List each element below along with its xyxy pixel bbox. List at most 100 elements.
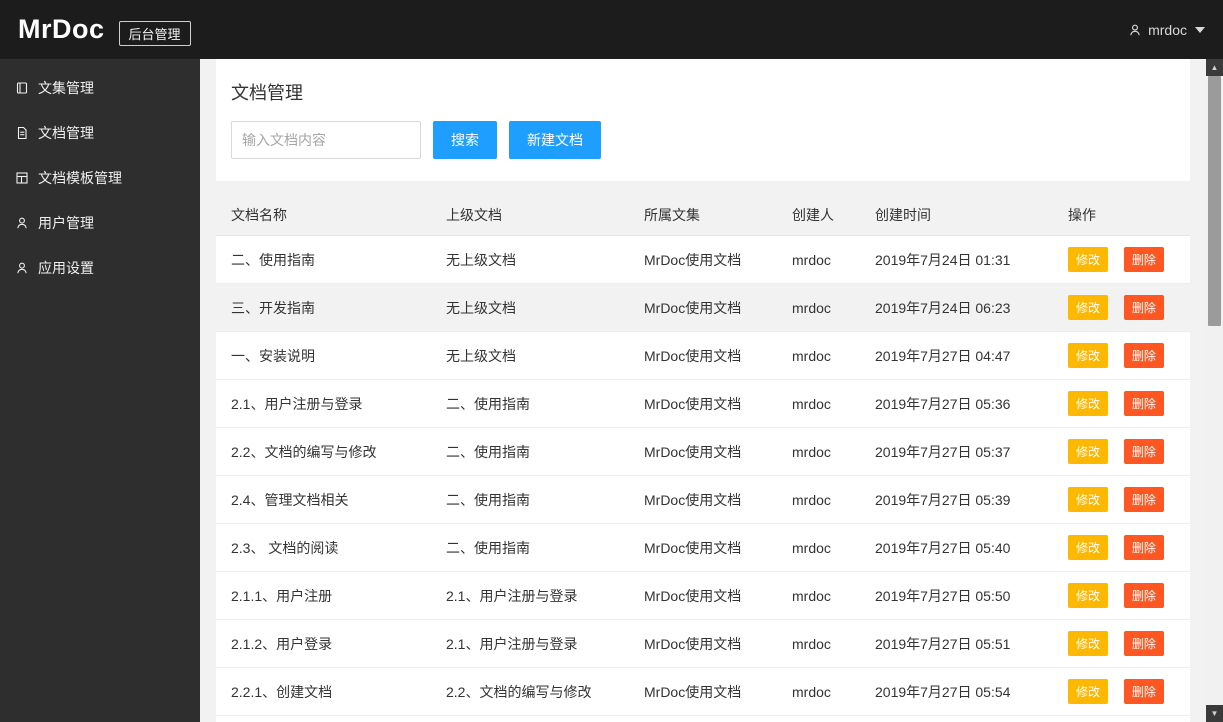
- actions-cell: 修改 删除: [1053, 235, 1190, 284]
- delete-button[interactable]: 删除: [1123, 247, 1164, 272]
- delete-button[interactable]: 删除: [1123, 295, 1164, 320]
- collection-cell: MrDoc使用文档: [629, 619, 777, 668]
- delete-button[interactable]: 删除: [1123, 631, 1164, 656]
- book-icon: [16, 81, 28, 94]
- admin-badge: 后台管理: [118, 21, 191, 46]
- creator-cell: mrdoc: [777, 331, 860, 380]
- scrollbar[interactable]: ▲ ▼: [1206, 59, 1223, 722]
- parent-doc-cell: 2.1、用户注册与登录: [431, 571, 629, 620]
- actions-cell: 修改 删除: [1053, 331, 1190, 380]
- created-time-cell: 2019年7月24日 06:23: [860, 283, 1053, 332]
- sidebar-item-users[interactable]: 用户管理: [0, 200, 200, 245]
- delete-button[interactable]: 删除: [1123, 487, 1164, 512]
- app-logo[interactable]: MrDoc: [18, 14, 105, 45]
- edit-button[interactable]: 修改: [1068, 583, 1109, 608]
- header-panel: 文档管理 搜索 新建文档: [216, 59, 1190, 181]
- doc-name-cell: 2.1.1、用户注册: [216, 571, 431, 620]
- collection-cell: MrDoc使用文档: [629, 667, 777, 716]
- doc-name-cell: 2.1.2、用户登录: [216, 619, 431, 668]
- col-header-collection: 所属文集: [629, 195, 777, 236]
- new-doc-button[interactable]: 新建文档: [509, 121, 601, 159]
- scroll-up-arrow[interactable]: ▲: [1206, 59, 1223, 76]
- table-header: 文档名称 上级文档 所属文集 创建人 创建时间 操作: [216, 195, 1190, 236]
- edit-button[interactable]: 修改: [1068, 535, 1109, 560]
- creator-cell: mrdoc: [777, 379, 860, 428]
- doc-name-cell: 一、安装说明: [216, 331, 431, 380]
- delete-button[interactable]: 删除: [1123, 391, 1164, 416]
- sidebar-item-collections[interactable]: 文集管理: [0, 65, 200, 110]
- page-title: 文档管理: [231, 83, 303, 103]
- actions-cell: 修改 删除: [1053, 619, 1190, 668]
- col-header-actions: 操作: [1053, 195, 1190, 236]
- delete-button[interactable]: 删除: [1123, 679, 1164, 704]
- document-icon: [17, 126, 27, 139]
- user-icon: [17, 217, 27, 228]
- edit-button[interactable]: 修改: [1068, 631, 1109, 656]
- actions-cell: 修改 删除: [1053, 571, 1190, 620]
- creator-cell: mrdoc: [777, 475, 860, 524]
- sidebar-item-label: 用户管理: [38, 214, 94, 231]
- delete-button[interactable]: 删除: [1123, 439, 1164, 464]
- actions-cell: 修改 删除: [1053, 523, 1190, 572]
- documents-table: 文档名称 上级文档 所属文集 创建人 创建时间 操作 二、使用指南 无上级文档 …: [216, 195, 1190, 716]
- sidebar-item-documents[interactable]: 文档管理: [0, 110, 200, 155]
- col-header-parent: 上级文档: [431, 195, 629, 236]
- doc-table-body: 二、使用指南 无上级文档 MrDoc使用文档 mrdoc 2019年7月24日 …: [216, 235, 1190, 716]
- delete-button[interactable]: 删除: [1123, 343, 1164, 368]
- creator-cell: mrdoc: [777, 571, 860, 620]
- delete-button[interactable]: 删除: [1123, 535, 1164, 560]
- doc-name-cell: 二、使用指南: [216, 235, 431, 284]
- scroll-down-arrow[interactable]: ▼: [1206, 705, 1223, 722]
- collection-cell: MrDoc使用文档: [629, 475, 777, 524]
- collection-cell: MrDoc使用文档: [629, 523, 777, 572]
- actions-cell: 修改 删除: [1053, 427, 1190, 476]
- created-time-cell: 2019年7月27日 05:50: [860, 571, 1053, 620]
- created-time-cell: 2019年7月24日 01:31: [860, 235, 1053, 284]
- sidebar-item-templates[interactable]: 文档模板管理: [0, 155, 200, 200]
- actions-cell: 修改 删除: [1053, 283, 1190, 332]
- template-icon: [16, 171, 28, 184]
- settings-icon: [17, 262, 27, 273]
- parent-doc-cell: 二、使用指南: [431, 523, 629, 572]
- actions-cell: 修改 删除: [1053, 379, 1190, 428]
- parent-doc-cell: 2.1、用户注册与登录: [431, 619, 629, 668]
- parent-doc-cell: 二、使用指南: [431, 427, 629, 476]
- search-input[interactable]: [231, 121, 421, 159]
- created-time-cell: 2019年7月27日 05:51: [860, 619, 1053, 668]
- scrollbar-thumb[interactable]: [1208, 76, 1221, 326]
- sidebar: 文集管理 文档管理 文档模板管理 用户管理 应用设置: [0, 59, 200, 722]
- username: mrdoc: [1148, 21, 1187, 38]
- parent-doc-cell: 无上级文档: [431, 283, 629, 332]
- top-navbar: MrDoc 后台管理 mrdoc: [0, 0, 1223, 59]
- main-content: 文档管理 搜索 新建文档 文档名称 上级文档 所属文集 创建人 创建时间 操作 …: [200, 59, 1206, 722]
- edit-button[interactable]: 修改: [1068, 391, 1109, 416]
- edit-button[interactable]: 修改: [1068, 295, 1109, 320]
- creator-cell: mrdoc: [777, 667, 860, 716]
- edit-button[interactable]: 修改: [1068, 679, 1109, 704]
- sidebar-item-settings[interactable]: 应用设置: [0, 245, 200, 290]
- created-time-cell: 2019年7月27日 05:40: [860, 523, 1053, 572]
- edit-button[interactable]: 修改: [1068, 439, 1109, 464]
- creator-cell: mrdoc: [777, 235, 860, 284]
- table-panel: 文档名称 上级文档 所属文集 创建人 创建时间 操作 二、使用指南 无上级文档 …: [216, 195, 1190, 722]
- delete-button[interactable]: 删除: [1123, 583, 1164, 608]
- actions-cell: 修改 删除: [1053, 475, 1190, 524]
- actions-cell: 修改 删除: [1053, 667, 1190, 716]
- search-button[interactable]: 搜索: [433, 121, 497, 159]
- doc-name-cell: 2.4、管理文档相关: [216, 475, 431, 524]
- table-row: 三、开发指南 无上级文档 MrDoc使用文档 mrdoc 2019年7月24日 …: [216, 283, 1190, 332]
- collection-cell: MrDoc使用文档: [629, 283, 777, 332]
- collection-cell: MrDoc使用文档: [629, 379, 777, 428]
- col-header-name: 文档名称: [216, 195, 431, 236]
- edit-button[interactable]: 修改: [1068, 343, 1109, 368]
- chevron-down-icon: [1195, 26, 1205, 33]
- table-row: 一、安装说明 无上级文档 MrDoc使用文档 mrdoc 2019年7月27日 …: [216, 331, 1190, 380]
- sidebar-item-label: 文档管理: [38, 124, 94, 141]
- parent-doc-cell: 无上级文档: [431, 235, 629, 284]
- created-time-cell: 2019年7月27日 05:54: [860, 667, 1053, 716]
- user-menu[interactable]: mrdoc: [1128, 22, 1205, 38]
- table-row: 2.1.1、用户注册 2.1、用户注册与登录 MrDoc使用文档 mrdoc 2…: [216, 571, 1190, 620]
- edit-button[interactable]: 修改: [1068, 487, 1109, 512]
- edit-button[interactable]: 修改: [1068, 247, 1109, 272]
- col-header-created: 创建时间: [860, 195, 1053, 236]
